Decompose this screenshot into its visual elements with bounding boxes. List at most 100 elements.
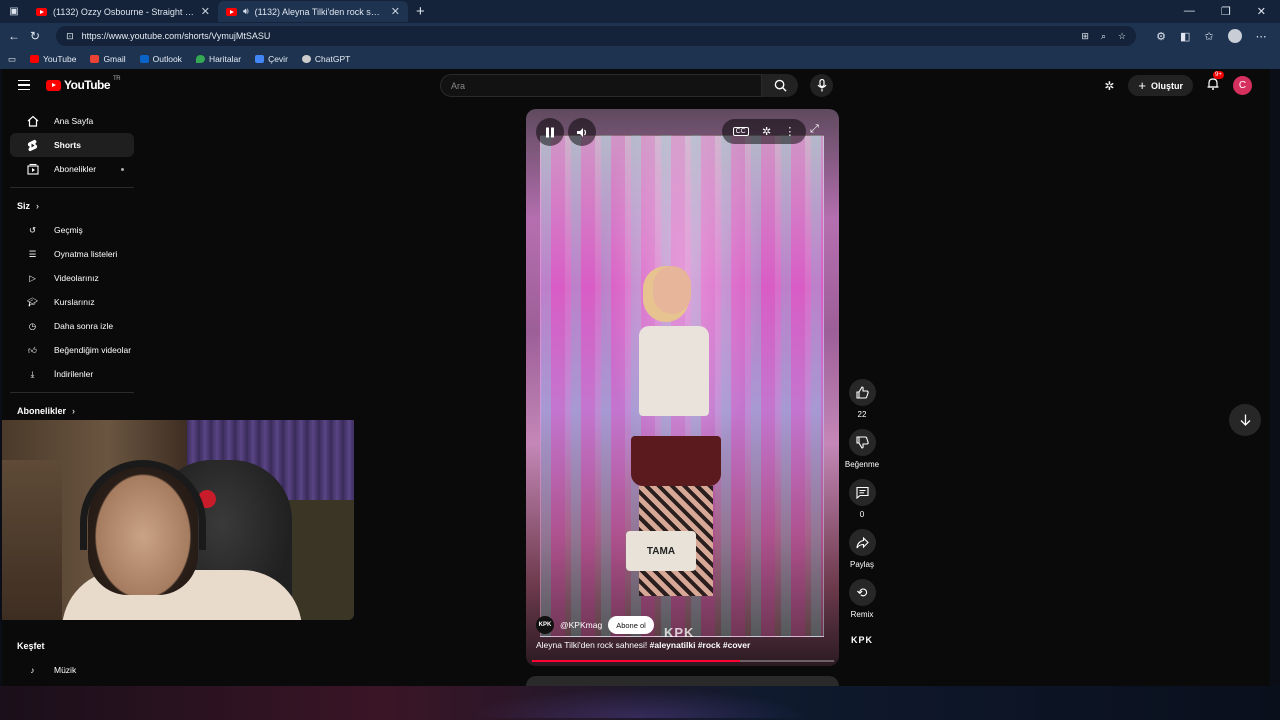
- you-section-header[interactable]: Siz ›: [2, 194, 142, 218]
- video-frame: TAMA: [540, 135, 824, 637]
- share-action: Paylaş: [848, 529, 876, 569]
- bookmark-translate[interactable]: Çevir: [255, 54, 288, 64]
- create-button[interactable]: + Oluştur: [1128, 75, 1193, 96]
- thumbs-up-icon: 👍︎: [28, 344, 37, 355]
- pause-button[interactable]: [536, 118, 564, 146]
- comment-action: 0: [848, 479, 876, 519]
- download-icon: ⤓: [30, 368, 35, 379]
- comment-button[interactable]: [848, 479, 876, 506]
- back-icon[interactable]: ←: [8, 29, 20, 43]
- comment-count: 0: [859, 510, 865, 519]
- menu-icon[interactable]: [18, 80, 30, 90]
- sidebar-item-history[interactable]: ↺ Geçmiş: [10, 218, 134, 242]
- sidebar-item-label: Abonelikler: [54, 164, 97, 174]
- next-short-preview[interactable]: [526, 676, 839, 686]
- tab-ozzy[interactable]: (1132) Ozzy Osbourne - Straight to Hell …: [28, 1, 218, 22]
- close-icon[interactable]: ✕: [201, 5, 210, 18]
- volume-button[interactable]: [568, 118, 596, 146]
- sidebar-item-your-videos[interactable]: ▷ Videolarınız: [10, 266, 134, 290]
- url-field[interactable]: ⊡ https://www.youtube.com/shorts/VymujMt…: [56, 26, 1137, 46]
- maps-pin-icon: [195, 55, 205, 63]
- site-info-icon[interactable]: ⊡: [66, 31, 74, 42]
- sidebar-item-subscriptions[interactable]: Abonelikler: [10, 157, 134, 181]
- subs-header-label: Abonelikler: [17, 406, 67, 416]
- zoom-icon[interactable]: ⌕: [1101, 31, 1106, 42]
- progress-bar[interactable]: [532, 660, 834, 662]
- caption-hashtags[interactable]: #aleynatilki #rock #cover: [650, 640, 751, 650]
- bookmark-maps[interactable]: Haritalar: [195, 54, 242, 64]
- sidebar-item-music[interactable]: ♪ Müzik: [10, 658, 134, 682]
- notifications-button[interactable]: 9+: [1207, 70, 1224, 95]
- sidebar-item-courses[interactable]: 🎓︎ Kurslarınız: [10, 290, 134, 314]
- bookmark-label: ChatGPT: [314, 54, 351, 64]
- extensions-icon[interactable]: ⚙: [1156, 30, 1166, 43]
- you-header-label: Siz: [17, 201, 31, 211]
- avatar[interactable]: C: [1233, 76, 1252, 95]
- subscribe-button[interactable]: Abone ol: [608, 616, 654, 634]
- close-icon[interactable]: ✕: [391, 5, 400, 18]
- video-watermark: KPK: [664, 625, 695, 640]
- sound-channel-mark[interactable]: KPK: [851, 635, 873, 645]
- youtube-logo[interactable]: YouTube TR: [46, 76, 121, 92]
- refresh-icon[interactable]: ↻: [30, 29, 40, 43]
- tab-title: (1132) Aleyna Tilki'den rock sahnesi!: [254, 6, 385, 17]
- tab-actions-icon[interactable]: ▣: [0, 6, 28, 17]
- tab-aleyna[interactable]: 🔊︎ (1132) Aleyna Tilki'den rock sahnesi!…: [218, 1, 408, 22]
- channel-avatar[interactable]: KPK: [536, 616, 554, 634]
- sidebar-item-label: Beğendiğim videolar: [54, 345, 132, 355]
- like-button[interactable]: [848, 379, 876, 406]
- bookmark-chatgpt[interactable]: ChatGPT: [301, 54, 351, 64]
- share-label: Paylaş: [849, 560, 874, 569]
- channel-handle[interactable]: @KPKmag: [560, 620, 602, 630]
- menu-dots-icon[interactable]: ⋯: [1256, 30, 1267, 43]
- speaker-icon[interactable]: 🔊︎: [243, 6, 249, 17]
- settings-gear-icon[interactable]: ✲: [762, 125, 771, 138]
- new-tab-button[interactable]: +: [408, 3, 433, 20]
- bookmark-youtube[interactable]: YouTube: [30, 54, 76, 64]
- sidebar-item-label: Shorts: [54, 140, 81, 150]
- wallpaper-glow: [470, 688, 810, 718]
- profile-icon[interactable]: [1227, 29, 1242, 43]
- bookmark-gmail[interactable]: Gmail: [90, 54, 126, 64]
- close-window-icon[interactable]: ✕: [1257, 5, 1266, 18]
- star-icon[interactable]: ☆: [1118, 31, 1126, 42]
- restore-icon[interactable]: ❐: [1221, 5, 1231, 18]
- sidebar-item-shorts[interactable]: Shorts: [10, 133, 134, 157]
- share-button[interactable]: [848, 529, 876, 556]
- youtube-play-icon: [46, 79, 61, 91]
- app-icon[interactable]: ⊞: [1081, 31, 1089, 42]
- bookmark-outlook[interactable]: Outlook: [139, 54, 182, 64]
- favorites-icon[interactable]: ✩: [1204, 30, 1213, 43]
- short-actions: 22 Beğenme 0 Paylaş ⟲ Remix KPK: [840, 379, 884, 645]
- courses-icon: 🎓︎: [27, 296, 38, 307]
- fullscreen-icon[interactable]: ⤢: [810, 123, 819, 136]
- minimize-icon[interactable]: —: [1184, 5, 1195, 18]
- search-button[interactable]: [762, 74, 798, 97]
- sidebar-item-downloads[interactable]: ⤓ İndirilenler: [10, 362, 134, 386]
- sidebar-item-watch-later[interactable]: ◷ Daha sonra izle: [10, 314, 134, 338]
- remix-icon: ⟲: [856, 584, 868, 600]
- voice-search-button[interactable]: [810, 74, 833, 97]
- next-video-button[interactable]: [1229, 404, 1261, 436]
- sidebar-item-label: Videolarınız: [54, 273, 99, 283]
- bookmark-label: YouTube: [43, 54, 77, 64]
- sidebar-item-playlists[interactable]: ☰ Oynatma listeleri: [10, 242, 134, 266]
- shorts-player[interactable]: TAMA CC ✲ ⋮ ⤢ KPK KPK @KPKmag Abone ol A…: [526, 109, 839, 666]
- remix-button[interactable]: ⟲: [848, 579, 876, 606]
- logo-text: YouTube: [64, 78, 111, 92]
- thumbs-down-icon: [855, 436, 869, 449]
- collections-icon[interactable]: ▭: [8, 54, 16, 65]
- dislike-button[interactable]: [848, 429, 876, 456]
- search-input[interactable]: Ara: [440, 74, 762, 97]
- your-videos-icon: ▷: [29, 272, 36, 283]
- sidebar-item-home[interactable]: Ana Sayfa: [10, 109, 134, 133]
- short-caption[interactable]: Aleyna Tilki'den rock sahnesi! #aleynati…: [536, 640, 750, 650]
- studio-gear-icon[interactable]: ✲: [1104, 79, 1114, 93]
- sidebar-item-liked-videos[interactable]: 👍︎ Beğendiğim videolar: [10, 338, 134, 362]
- split-screen-icon[interactable]: ◧: [1180, 30, 1190, 43]
- youtube-page: YouTube TR Ara ✲ + Oluştur 9+ C Ana Sayf…: [2, 69, 1270, 686]
- captions-icon[interactable]: CC: [732, 127, 749, 136]
- more-options-icon[interactable]: ⋮: [784, 125, 795, 138]
- bookmark-label: Haritalar: [208, 54, 242, 64]
- dislike-label: Beğenme: [844, 460, 880, 469]
